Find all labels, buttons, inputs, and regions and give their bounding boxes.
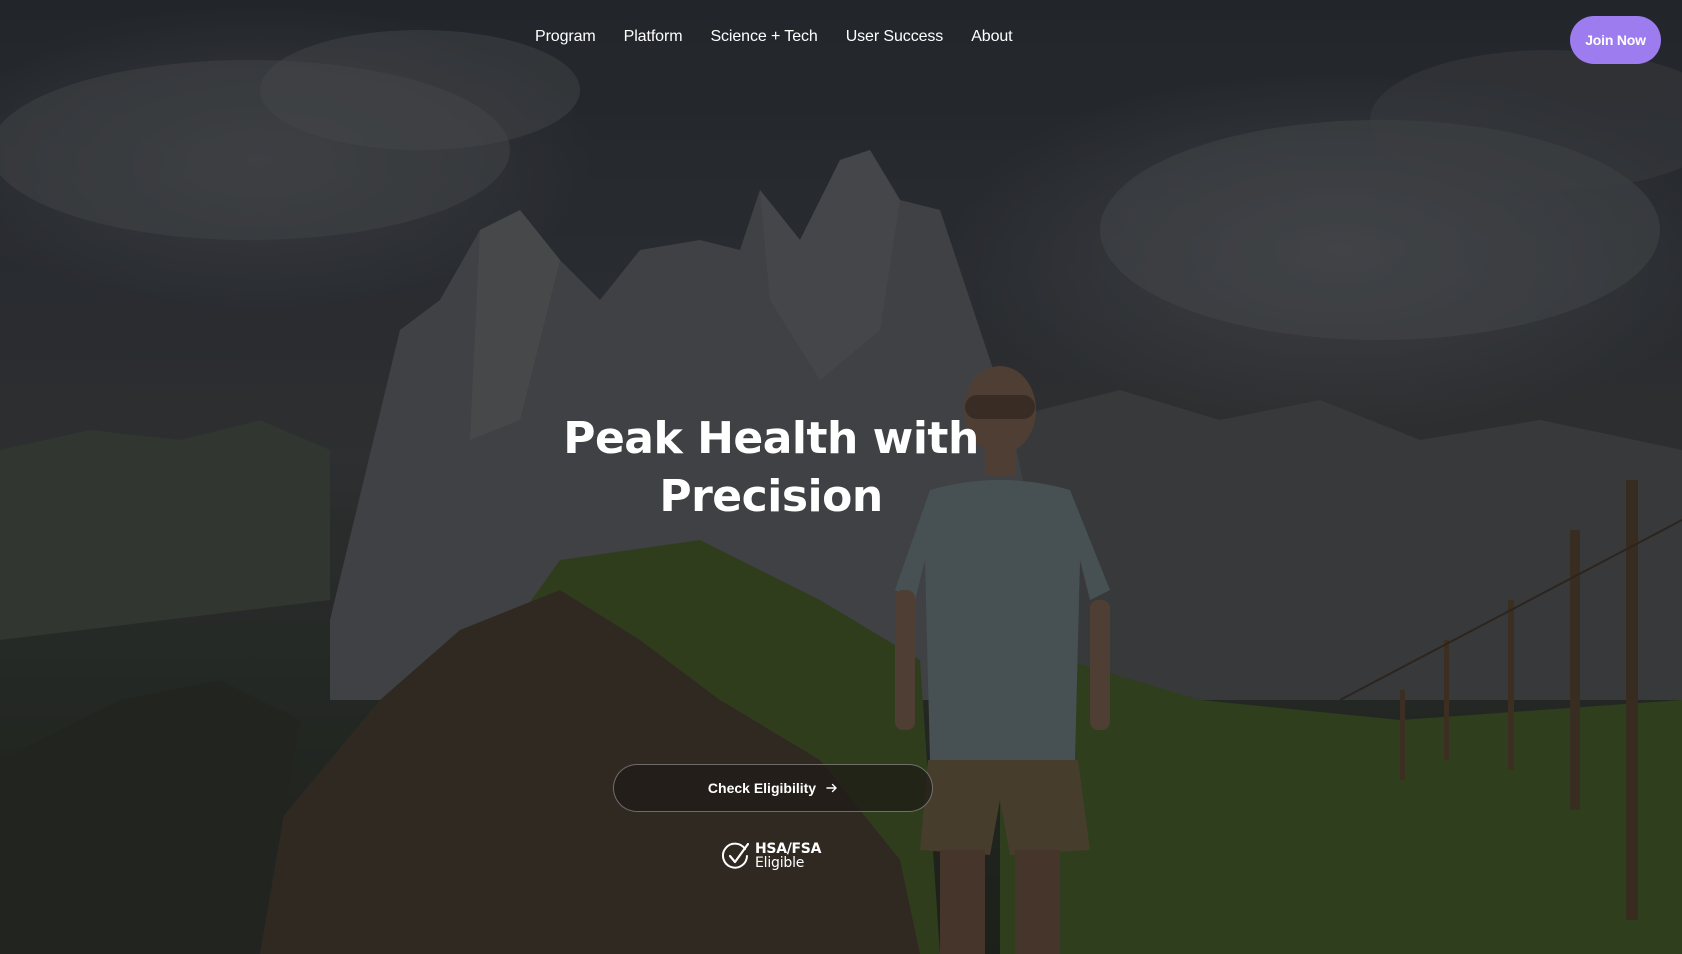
top-navigation: Program Platform Science + Tech User Suc… bbox=[0, 0, 1682, 80]
check-eligibility-button[interactable]: Check Eligibility bbox=[613, 764, 933, 812]
arrow-right-icon bbox=[826, 782, 838, 794]
nav-link-user-success[interactable]: User Success bbox=[846, 28, 944, 46]
hero-headline: Peak Health with Precision bbox=[491, 410, 1051, 526]
nav-link-platform[interactable]: Platform bbox=[624, 28, 683, 46]
check-eligibility-label: Check Eligibility bbox=[707, 780, 817, 796]
badge-subtitle: Eligible bbox=[755, 855, 805, 871]
check-circle-icon bbox=[721, 840, 751, 872]
hero-headline-line-1: Peak Health with bbox=[563, 413, 979, 464]
nav-links: Program Platform Science + Tech User Suc… bbox=[535, 28, 1013, 46]
nav-link-science-tech[interactable]: Science + Tech bbox=[710, 28, 817, 46]
hsa-fsa-badge: HSA/FSA Eligible bbox=[721, 838, 821, 874]
nav-link-about[interactable]: About bbox=[971, 28, 1012, 46]
hero-headline-line-2: Precision bbox=[659, 471, 883, 522]
badge-title: HSA/FSA bbox=[755, 841, 822, 857]
badge-text: HSA/FSA Eligible bbox=[755, 842, 821, 870]
nav-link-program[interactable]: Program bbox=[535, 28, 596, 46]
join-now-button[interactable]: Join Now bbox=[1570, 16, 1661, 64]
